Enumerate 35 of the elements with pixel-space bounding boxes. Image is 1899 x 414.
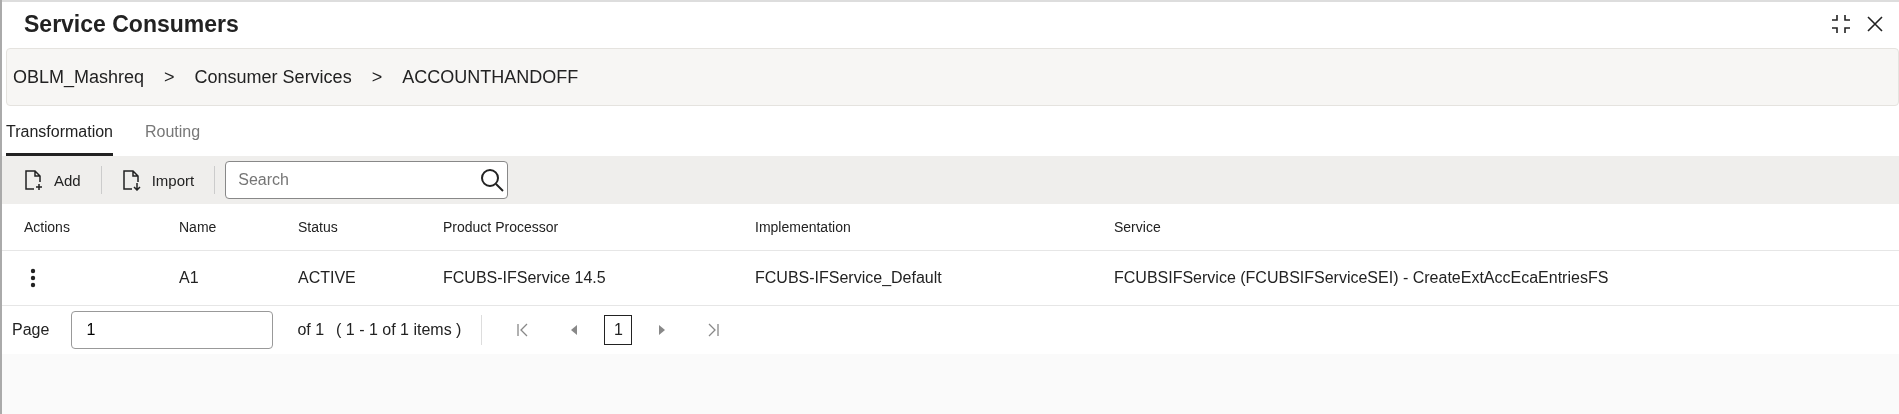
file-download-icon (121, 169, 142, 191)
next-page-icon[interactable] (658, 324, 667, 336)
table-cell-text: ACTIVE (298, 269, 357, 287)
page-field[interactable]: 1 (71, 311, 274, 349)
import-button[interactable]: Import (111, 165, 205, 195)
page-count: of 1 (297, 321, 325, 339)
column-header: Status (298, 219, 339, 235)
column-header: Name (179, 219, 218, 235)
breadcrumb-item[interactable]: ACCOUNTHANDOFF (402, 66, 579, 88)
tab[interactable]: Routing (145, 123, 201, 156)
add-button[interactable]: Add (14, 165, 91, 195)
items-range: ( 1 - 1 of 1 items ) (336, 321, 462, 339)
page-label: Page (12, 321, 50, 339)
table-cell-text: FCUBS-IFService_Default (755, 269, 943, 287)
breadcrumb-item[interactable]: Consumer Services (194, 66, 352, 88)
column-header: Implementation (755, 219, 852, 235)
last-page-icon[interactable] (706, 323, 721, 337)
search-field[interactable]: Search (225, 161, 509, 199)
column-header: Service (1114, 219, 1162, 235)
window-title: Service Consumers (24, 10, 239, 38)
column-header: Actions (24, 219, 71, 235)
search-icon[interactable] (480, 168, 505, 192)
table-cell-text: FCUBSIFService (FCUBSIFServiceSEI) - CreateExtAccEcaEntriesFS (1114, 269, 1610, 287)
column-header: Product Processor (443, 219, 560, 235)
table-cell-text: FCUBS-IFService 14.5 (443, 269, 607, 287)
current-page[interactable]: 1 (604, 315, 633, 345)
previous-page-icon[interactable] (570, 324, 579, 336)
breadcrumb-separator: > (164, 66, 175, 88)
more-vertical-icon[interactable] (30, 268, 36, 288)
table-cell-text: A1 (179, 269, 200, 287)
breadcrumb-item[interactable]: OBLM_Mashreq (13, 66, 145, 88)
file-plus-icon (24, 169, 44, 191)
collapse-icon[interactable] (1831, 14, 1851, 34)
breadcrumb-separator: > (371, 66, 383, 88)
close-icon[interactable] (1867, 16, 1883, 32)
